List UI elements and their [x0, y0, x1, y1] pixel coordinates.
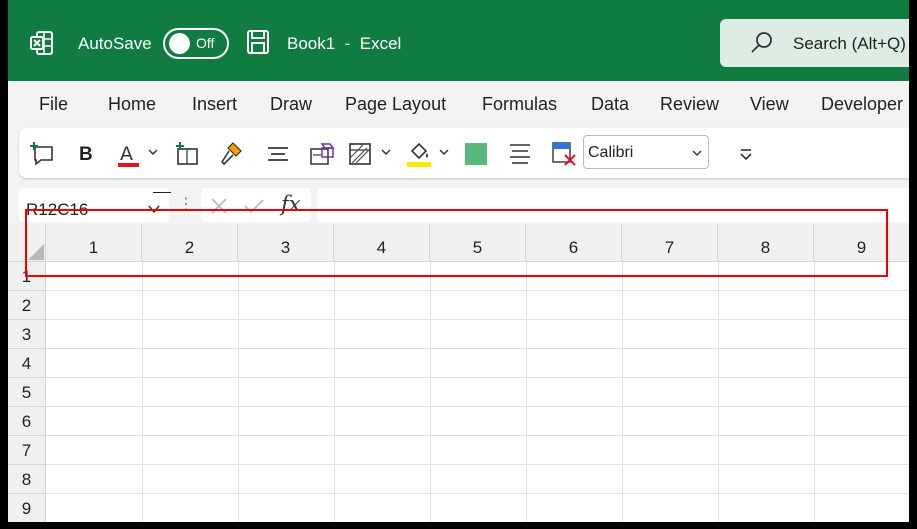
toggle-knob	[169, 33, 190, 54]
row-header[interactable]: 2	[8, 291, 46, 320]
gridline	[814, 262, 815, 522]
gridline	[46, 290, 909, 291]
tab-page-layout[interactable]: Page Layout	[345, 94, 446, 115]
autosave-toggle[interactable]: Off	[163, 28, 229, 59]
tab-home[interactable]: Home	[108, 94, 156, 115]
clear-formats-icon[interactable]	[551, 141, 577, 167]
search-icon	[751, 32, 772, 53]
gridline	[238, 262, 239, 522]
autosave-label: AutoSave	[78, 34, 152, 53]
borders-icon[interactable]	[347, 141, 373, 167]
name-box-cursor	[153, 192, 171, 193]
gridline	[46, 348, 909, 349]
save-icon[interactable]	[246, 29, 270, 55]
gridline	[622, 262, 623, 522]
autosave-state: Off	[196, 35, 215, 51]
align-text-icon[interactable]	[507, 141, 533, 167]
gridline	[46, 377, 909, 378]
row-header[interactable]: 4	[8, 349, 46, 378]
document-title: Book1 - Excel	[287, 34, 402, 53]
align-center-icon[interactable]	[265, 141, 291, 167]
gridline	[46, 464, 909, 465]
row-header[interactable]: 7	[8, 436, 46, 465]
gridline	[46, 406, 909, 407]
row-header[interactable]: 6	[8, 407, 46, 436]
excel-logo-icon	[30, 31, 53, 55]
gridline	[718, 262, 719, 522]
row-header[interactable]: 5	[8, 378, 46, 407]
bold-button[interactable]: B	[73, 141, 99, 167]
gridline	[46, 493, 909, 494]
tab-view[interactable]: View	[750, 94, 789, 115]
tab-developer[interactable]: Developer	[821, 94, 903, 115]
gridline	[46, 435, 909, 436]
tab-formulas[interactable]: Formulas	[482, 94, 557, 115]
row-header[interactable]: 9	[8, 494, 46, 522]
tab-draw[interactable]: Draw	[270, 94, 312, 115]
chevron-down-icon	[692, 150, 702, 157]
tab-review[interactable]: Review	[660, 94, 719, 115]
gridline	[46, 319, 909, 320]
ribbon-area: B A Calibri	[8, 125, 909, 184]
fill-swatch-icon[interactable]	[463, 141, 489, 167]
insert-object-icon[interactable]	[309, 141, 335, 167]
tab-data[interactable]: Data	[591, 94, 629, 115]
row-header[interactable]: 8	[8, 465, 46, 494]
chevron-down-icon[interactable]	[439, 147, 449, 157]
font-color-icon[interactable]: A	[116, 141, 142, 167]
chevron-down-icon[interactable]	[381, 147, 391, 157]
font-color-letter: A	[120, 143, 133, 165]
excel-window: AutoSave Off Book1 - Excel Search (Alt+Q…	[8, 0, 909, 522]
search-placeholder: Search (Alt+Q)	[793, 34, 906, 53]
insert-cells-icon[interactable]	[174, 141, 200, 167]
gridline	[142, 262, 143, 522]
font-name-select[interactable]: Calibri	[583, 135, 709, 169]
gridline	[334, 262, 335, 522]
chevron-down-icon[interactable]	[148, 147, 158, 157]
annotation-highlight-box	[25, 209, 888, 277]
row-header[interactable]: 3	[8, 320, 46, 349]
font-name-value: Calibri	[588, 144, 634, 161]
gridline	[430, 262, 431, 522]
gridline	[526, 262, 527, 522]
new-comment-icon[interactable]	[29, 141, 55, 167]
tab-file[interactable]: File	[39, 94, 68, 115]
quick-toolbar: B A Calibri	[19, 128, 909, 178]
tab-insert[interactable]: Insert	[192, 94, 237, 115]
search-box[interactable]: Search (Alt+Q)	[720, 19, 909, 67]
customize-toolbar-icon[interactable]	[733, 141, 759, 167]
title-bar: AutoSave Off Book1 - Excel Search (Alt+Q…	[8, 0, 909, 81]
ribbon-tabs: File Home Insert Draw Page Layout Formul…	[8, 81, 909, 125]
format-painter-icon[interactable]	[219, 141, 245, 167]
fill-color-icon[interactable]	[406, 141, 432, 167]
